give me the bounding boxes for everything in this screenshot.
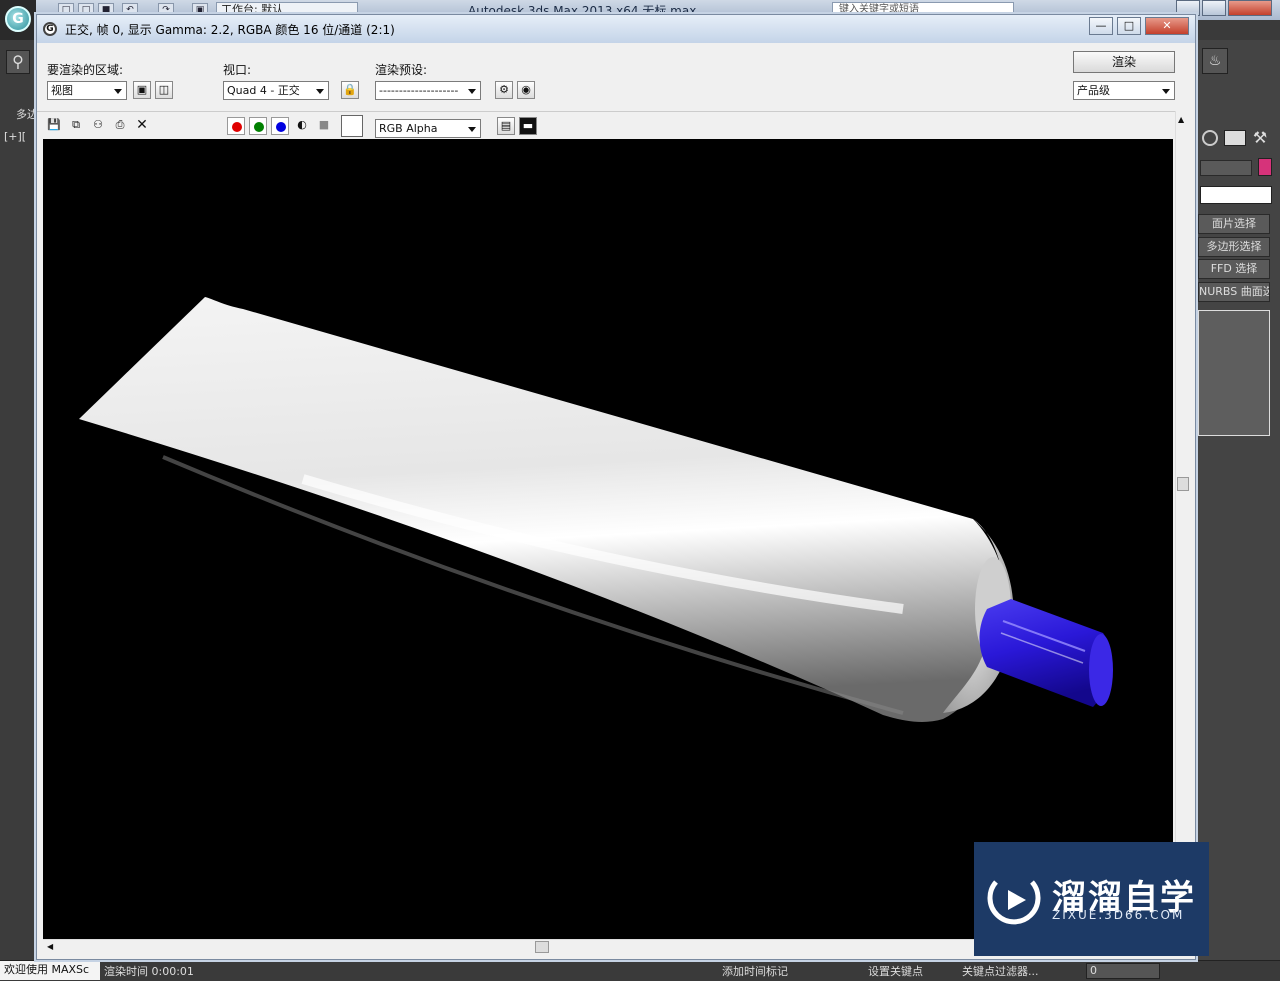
viewport-dropdown[interactable]: Quad 4 - 正交 [223,81,329,100]
add-time-tag-button[interactable]: 添加时间标记 [722,963,788,979]
green-channel-toggle[interactable] [249,117,267,135]
clear-icon[interactable]: ✕ [133,117,151,135]
monitor-icon[interactable] [1224,130,1246,146]
render-button[interactable]: 渲染 [1073,51,1175,73]
save-image-icon[interactable]: 💾 [45,117,63,135]
render-setup-icon[interactable]: ⚙ [495,81,513,99]
area-to-render-dropdown[interactable]: 视图 [47,81,127,100]
print-image-icon[interactable]: ⎙ [111,117,129,135]
render-preset-dropdown[interactable]: -------------------- [375,81,481,100]
app-close-button[interactable] [1228,0,1272,16]
set-key-button[interactable]: 设置关键点 [868,963,923,979]
current-frame-field[interactable]: 0 [1086,963,1160,979]
render-window-icon: G [43,22,57,36]
ffd-select-button[interactable]: FFD 选择 [1198,259,1270,279]
rendered-frame-window: G 正交, 帧 0, 显示 Gamma: 2.2, RGBA 颜色 16 位/通… [36,14,1196,960]
tube-cap-end [1089,634,1113,706]
display-channel-dropdown[interactable]: RGB Alpha [375,119,481,138]
area-to-render-label: 要渲染的区域: [47,63,124,77]
edit-region-icon[interactable]: ▣ [133,81,151,99]
tube-body [79,297,1007,722]
command-panel: ♨ ⚒ [1196,40,1280,960]
toggle-ui-icon[interactable]: ▬ [519,117,537,135]
render-quality-dropdown[interactable]: 产品级 [1073,81,1175,100]
object-color-swatch[interactable] [1258,158,1272,176]
left-tab-label[interactable]: 多边 [16,106,38,122]
swatch-color[interactable] [341,115,363,137]
nurbs-select-button[interactable]: NURBS 曲面选择 [1198,282,1270,302]
clone-frame-icon[interactable]: ⚇ [89,117,107,135]
app-logo[interactable]: G [0,0,36,40]
max-logo-icon: G [5,6,31,32]
scroll-up-icon[interactable]: ▲ [1178,115,1184,124]
key-filters-button[interactable]: 关键点过滤器... [962,963,1039,979]
minimize-button[interactable]: — [1089,17,1113,35]
blue-channel-toggle[interactable] [271,117,289,135]
auto-region-icon[interactable]: ◫ [155,81,173,99]
monochrome-icon[interactable]: ■ [315,117,333,135]
app-maximize-button[interactable] [1202,0,1226,16]
left-toolbar: ⚲ 多边 [+][ [0,40,38,960]
viewport-label: 视口: [223,63,252,77]
vertical-scrollbar[interactable]: ▲ [1175,111,1191,939]
render-window-title: 正交, 帧 0, 显示 Gamma: 2.2, RGBA 颜色 16 位/通道 … [65,23,395,37]
modifier-stack-list[interactable] [1198,310,1270,436]
red-channel-toggle[interactable] [227,117,245,135]
render-canvas[interactable] [43,139,1173,939]
toggle-ui-overlay-icon[interactable]: ▤ [497,117,515,135]
rendered-scene [79,297,1113,722]
lock-icon[interactable]: 🔒 [341,81,359,99]
poly-select-button[interactable]: 多边形选择 [1198,237,1270,257]
scroll-left-icon[interactable]: ◀ [47,942,53,951]
object-name-field[interactable] [1200,160,1252,176]
watermark-subtitle: ZIXUE.3D66.COM [1052,908,1185,922]
render-time-text: 渲染时间 0:00:01 [104,965,194,978]
patch-select-button[interactable]: 面片选择 [1198,214,1270,234]
link-icon[interactable]: ⚲ [6,50,30,74]
modifier-list-dropdown[interactable] [1200,186,1272,204]
viewport-label[interactable]: [+][ [4,130,26,143]
utilities-hammer-icon[interactable]: ⚒ [1250,128,1270,148]
close-button[interactable]: ✕ [1145,17,1189,35]
maximize-button[interactable]: □ [1117,17,1141,35]
copy-image-icon[interactable]: ⧉ [67,117,85,135]
watermark-logo-icon [987,880,1041,925]
environment-icon[interactable]: ◉ [517,81,535,99]
render-preset-label: 渲染预设: [375,63,428,77]
maxscript-listener[interactable]: 欢迎使用 MAXSc [0,961,100,980]
watermark: 溜溜自学 ZIXUE.3D66.COM [974,842,1209,956]
render-toolbar [37,111,1175,139]
display-icon[interactable] [1202,130,1218,146]
vertical-scroll-thumb[interactable] [1177,477,1189,491]
horizontal-scroll-thumb[interactable] [535,941,549,953]
teapot-icon[interactable]: ♨ [1202,48,1228,74]
alpha-channel-icon[interactable]: ◐ [293,117,311,135]
